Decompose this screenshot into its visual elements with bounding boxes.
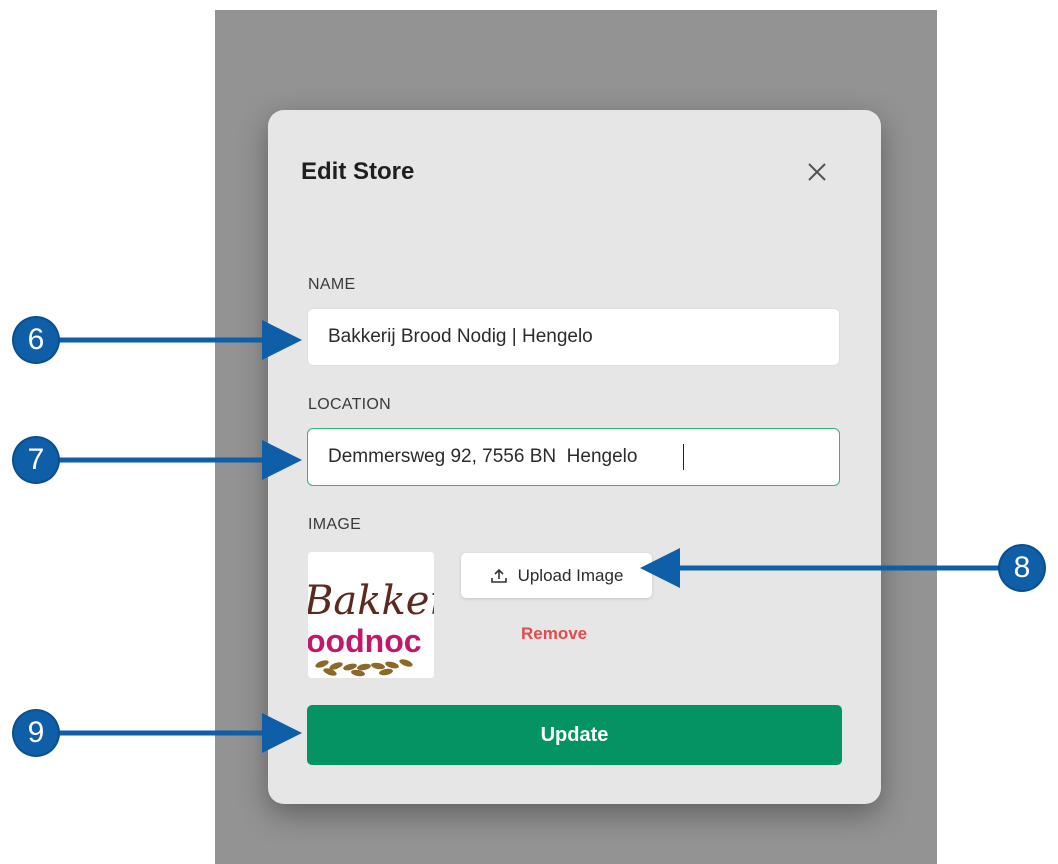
- image-label: IMAGE: [308, 516, 362, 533]
- store-logo-image: Bakkery oodnoc: [308, 552, 434, 678]
- logo-text-top: Bakkery: [308, 578, 434, 624]
- logo-text-bottom: oodnoc: [308, 623, 422, 659]
- edit-store-dialog: Edit Store NAME LOCATION IMAGE Bakkery o…: [268, 110, 881, 804]
- text-caret: [683, 444, 684, 470]
- location-input[interactable]: [307, 428, 840, 486]
- callout-8: 8: [1000, 546, 1044, 590]
- close-icon: [808, 163, 826, 181]
- name-label: NAME: [308, 276, 356, 293]
- callout-9: 9: [14, 711, 58, 755]
- bakery-logo: Bakkery oodnoc: [308, 552, 434, 678]
- upload-icon: [490, 568, 507, 583]
- remove-image-button[interactable]: Remove: [521, 624, 587, 644]
- name-input[interactable]: [307, 308, 840, 366]
- dialog-title: Edit Store: [301, 158, 415, 185]
- callout-7: 7: [14, 438, 58, 482]
- callout-6: 6: [14, 318, 58, 362]
- upload-image-label: Upload Image: [517, 565, 624, 585]
- location-label: LOCATION: [308, 396, 392, 413]
- upload-image-button[interactable]: Upload Image: [461, 553, 652, 598]
- update-button[interactable]: Update: [307, 705, 842, 765]
- close-button[interactable]: [803, 158, 831, 186]
